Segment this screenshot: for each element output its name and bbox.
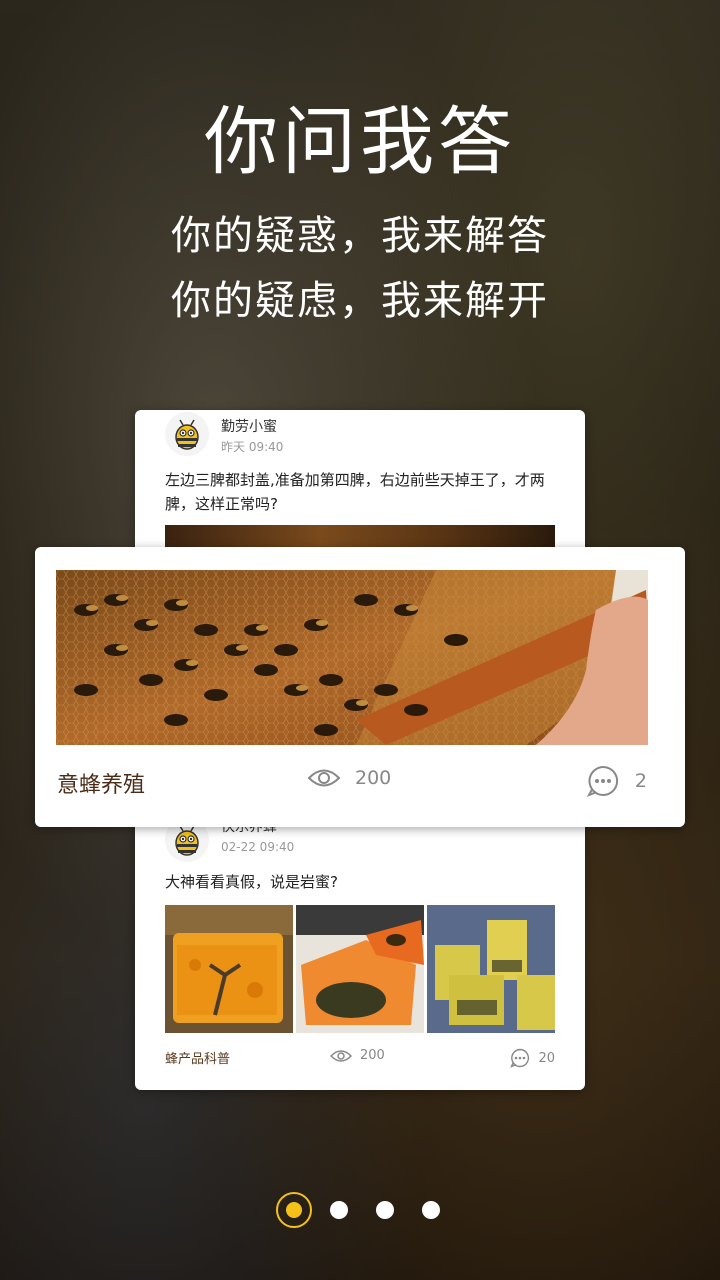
post-category[interactable]: 蜂产品科普 [165,1048,230,1067]
subtitle-line-2: 你的疑虑，我来解开 [171,278,549,324]
post-thumbnail [296,905,424,1033]
post-thumbnail [427,905,555,1033]
post-thumbnail [165,905,293,1033]
post-category[interactable]: 意蜂养殖 [57,767,145,799]
comment-count[interactable]: 2 [586,765,647,797]
view-count: 200 [307,767,391,789]
view-count: 200 [330,1048,385,1063]
comment-icon [586,765,618,797]
subtitle-line-1: 你的疑惑，我来解答 [171,213,549,259]
page-dot-1-active[interactable] [276,1192,312,1228]
page-dot-3[interactable] [376,1201,394,1219]
card-footer: 意蜂养殖 200 2 [35,765,685,799]
comment-count-value: 20 [538,1050,555,1066]
post-text: 左边三脾都封盖,准备加第四脾，右边前些天掉王了，才两脾，这样正常吗? [165,471,545,513]
page-title: 你问我答 [204,99,516,185]
comment-count[interactable]: 20 [510,1048,555,1068]
post-username: 勤劳小蜜 [221,419,277,435]
eye-icon [330,1049,352,1062]
page-dot-2[interactable] [330,1201,348,1219]
page-dot-4[interactable] [422,1201,440,1219]
view-count-value: 200 [360,1048,385,1063]
eye-icon [307,769,341,787]
bee-avatar-icon [165,412,209,456]
post-footer: 蜂产品科普 200 20 [135,1048,585,1070]
post-time: 02-22 09:40 [221,840,295,854]
page-indicator [0,1192,720,1228]
post-image [56,570,648,745]
post-text: 大神看看真假，说是岩蜜? [165,873,338,891]
comment-icon [510,1048,530,1068]
view-count-value: 200 [355,767,392,789]
post-time: 昨天 09:40 [221,440,284,454]
preview-card-front[interactable]: 意蜂养殖 200 2 [35,547,685,827]
comment-count-value: 2 [634,770,647,792]
